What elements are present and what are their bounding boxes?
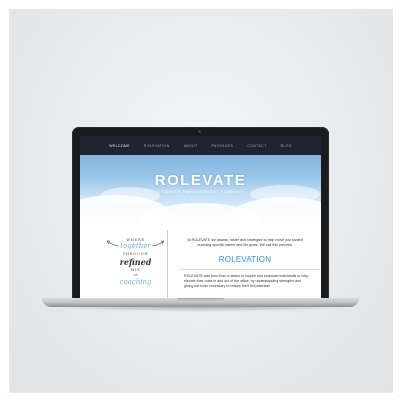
nav-item-welcome[interactable]: WELCOME xyxy=(109,144,130,148)
quote-line: OF xyxy=(133,273,138,277)
quote-line: THROUGH xyxy=(122,251,149,256)
top-navigation: WELCOME ROLEVATION ABOUT PACKAGES CONTAC… xyxy=(80,136,321,155)
quote-graphic: WHERE together THROUGH refined MIX OF co… xyxy=(104,230,168,299)
camera-icon xyxy=(198,130,201,133)
hero-banner: ROLEVATE A CAREER EMPOWERMENT COMPANY xyxy=(80,155,321,223)
laptop-lid: WELCOME ROLEVATION ABOUT PACKAGES CONTAC… xyxy=(72,127,329,299)
nav-item-about[interactable]: ABOUT xyxy=(184,144,198,148)
nav-item-blog[interactable]: BLOG xyxy=(281,144,292,148)
nav-item-rolevation[interactable]: ROLEVATION xyxy=(144,144,170,148)
hero-subtitle: A CAREER EMPOWERMENT COMPANY xyxy=(157,190,244,194)
about-paragraph: ROLEVATE was born from a desire to inspi… xyxy=(184,274,309,288)
section-divider xyxy=(180,269,320,270)
laptop-opening-notch xyxy=(177,298,224,301)
main-content: WHERE together THROUGH refined MIX OF co… xyxy=(80,223,321,299)
nav-item-packages[interactable]: PACKAGES xyxy=(211,144,233,148)
nav-item-contact[interactable]: CONTACT xyxy=(247,144,266,148)
hero-title: ROLEVATE xyxy=(154,172,247,189)
arrow-right-icon xyxy=(151,240,165,247)
quote-line: MIX xyxy=(130,267,141,272)
intro-text: At ROLEVATE we assess, foster and strate… xyxy=(187,238,303,247)
process-highlight: ROLEVATION xyxy=(218,255,272,264)
quote-line: refined xyxy=(119,257,152,267)
quote-line: coaching xyxy=(119,278,152,286)
arrow-left-icon xyxy=(106,240,120,247)
laptop-screen: WELCOME ROLEVATION ABOUT PACKAGES CONTAC… xyxy=(80,136,321,299)
